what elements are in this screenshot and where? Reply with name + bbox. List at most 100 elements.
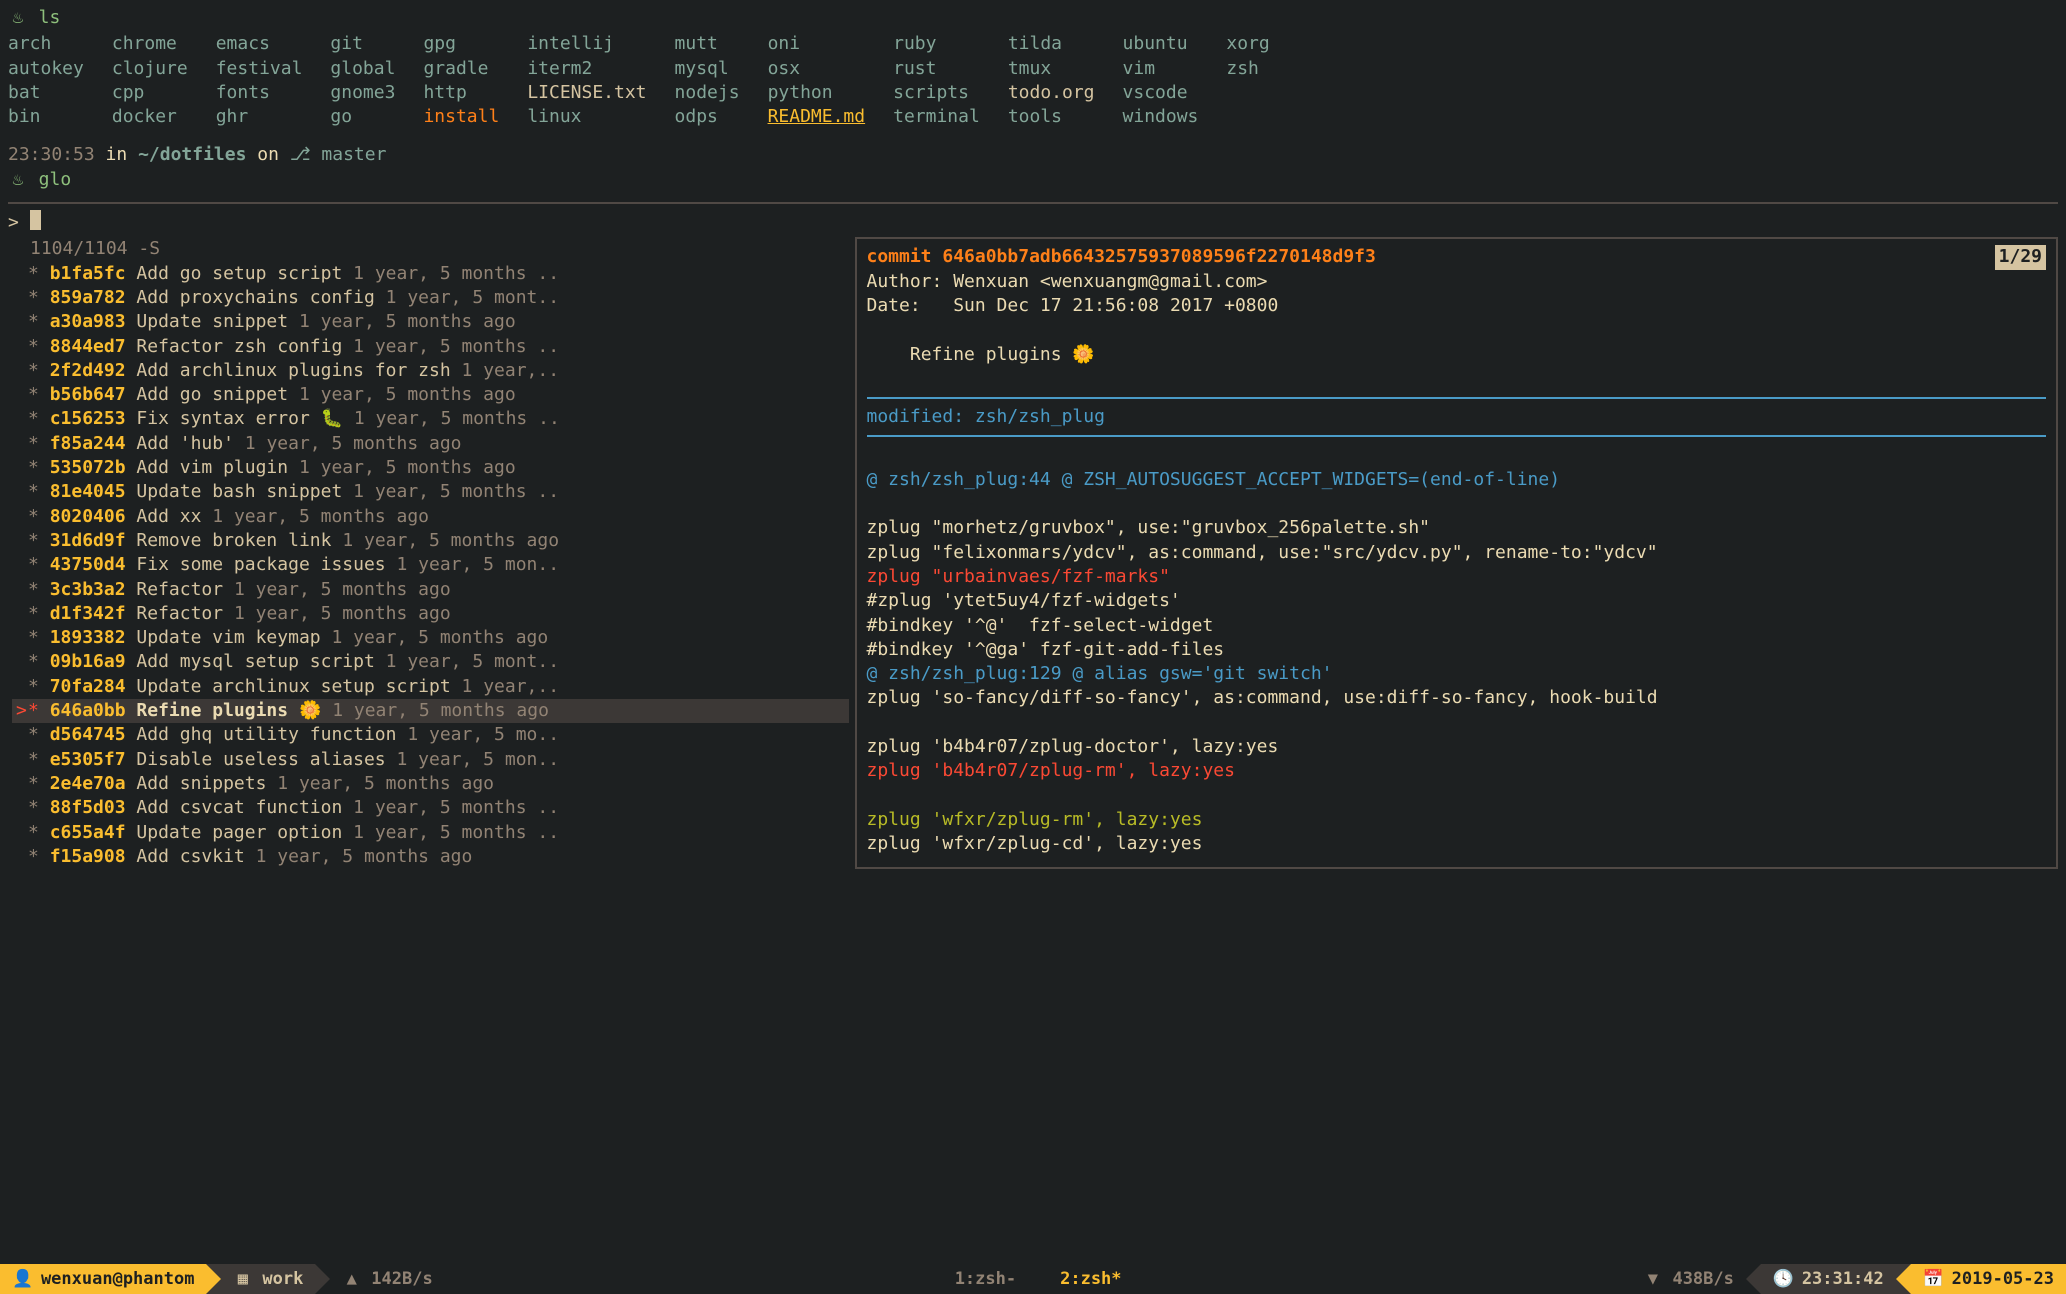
commit-row[interactable]: * 2e4e70a Add snippets 1 year, 5 months … bbox=[12, 772, 849, 796]
date-label: Date: bbox=[867, 295, 921, 316]
status-session: ▦ work bbox=[221, 1264, 315, 1294]
ls-item: gnome3 bbox=[330, 81, 395, 105]
git-branch-icon: ⎇ bbox=[290, 144, 311, 165]
commit-row[interactable]: * 81e4045 Update bash snippet 1 year, 5 … bbox=[12, 480, 849, 504]
hunk-header: @ zsh/zsh_plug:44 @ ZSH_AUTOSUGGEST_ACCE… bbox=[867, 468, 2047, 492]
diff-line bbox=[867, 784, 2047, 808]
ls-item: ghr bbox=[216, 105, 303, 129]
ls-item: vim bbox=[1123, 57, 1199, 81]
commit-row[interactable]: * 43750d4 Fix some package issues 1 year… bbox=[12, 553, 849, 577]
ls-item: python bbox=[768, 81, 866, 105]
status-upload: ▲ 142B/s bbox=[330, 1264, 444, 1294]
ls-item: docker bbox=[112, 105, 188, 129]
commit-row[interactable]: * 88f5d03 Add csvcat function 1 year, 5 … bbox=[12, 796, 849, 820]
commit-row[interactable]: * 09b16a9 Add mysql setup script 1 year,… bbox=[12, 650, 849, 674]
commit-row[interactable]: * 535072b Add vim plugin 1 year, 5 month… bbox=[12, 456, 849, 480]
terminal[interactable]: ♨ ls archchromeemacsgitgpgintellijmutton… bbox=[0, 0, 2066, 869]
date-value: Sun Dec 17 21:56:08 2017 +0800 bbox=[953, 295, 1278, 316]
status-clock: 🕓 23:31:42 bbox=[1761, 1264, 1896, 1294]
commit-row[interactable]: * c156253 Fix syntax error 🐛 1 year, 5 m… bbox=[12, 407, 849, 431]
git-branch: master bbox=[321, 144, 386, 165]
chevron-right-icon bbox=[206, 1264, 221, 1294]
status-download-label: 438B/s bbox=[1672, 1268, 1733, 1291]
ls-item: zsh bbox=[1226, 57, 1269, 81]
status-user: 👤 wenxuan@phantom bbox=[0, 1264, 206, 1294]
commit-row[interactable]: * c655a4f Update pager option 1 year, 5 … bbox=[12, 821, 849, 845]
tmux-statusbar[interactable]: 👤 wenxuan@phantom ▦ work ▲ 142B/s 1:zsh-… bbox=[0, 1264, 2066, 1294]
glo-command: glo bbox=[39, 169, 72, 190]
glo-command-line: ♨ glo bbox=[8, 168, 2058, 192]
ls-item: tmux bbox=[1008, 57, 1095, 81]
diff-line: zplug "urbainvaes/fzf-marks" bbox=[867, 565, 2047, 589]
diff-line: #bindkey '^@ga' fzf-git-add-files bbox=[867, 638, 2047, 662]
commit-row[interactable]: * 859a782 Add proxychains config 1 year,… bbox=[12, 286, 849, 310]
ls-item: go bbox=[330, 105, 395, 129]
prompt-path: ~/dotfiles bbox=[138, 144, 246, 165]
separator bbox=[867, 397, 2047, 399]
chevron-right-icon bbox=[315, 1264, 330, 1294]
prompt: 23:30:53 in ~/dotfiles on ⎇ master bbox=[8, 137, 2058, 167]
ls-item: arch bbox=[8, 32, 84, 56]
commit-row[interactable]: * d564745 Add ghq utility function 1 yea… bbox=[12, 723, 849, 747]
ls-item: README.md bbox=[768, 105, 866, 129]
tmux-tab[interactable]: 2:zsh* bbox=[1050, 1268, 1131, 1291]
commit-label: commit bbox=[867, 246, 932, 267]
ls-item: odps bbox=[675, 105, 740, 129]
ls-item: tilda bbox=[1008, 32, 1095, 56]
status-user-label: wenxuan@phantom bbox=[41, 1268, 195, 1291]
fzf-query-input[interactable]: > bbox=[8, 210, 2058, 235]
flame-icon: ♨ bbox=[8, 168, 28, 192]
commit-row[interactable]: * 70fa284 Update archlinux setup script … bbox=[12, 675, 849, 699]
commit-row[interactable]: * b56b647 Add go snippet 1 year, 5 month… bbox=[12, 383, 849, 407]
commit-list[interactable]: 1104/1104 -S * b1fa5fc Add go setup scri… bbox=[8, 237, 849, 869]
commit-row[interactable]: * 31d6d9f Remove broken link 1 year, 5 m… bbox=[12, 529, 849, 553]
status-download: ▼ 438B/s bbox=[1632, 1264, 1746, 1294]
commit-row[interactable]: * f85a244 Add 'hub' 1 year, 5 months ago bbox=[12, 432, 849, 456]
ls-item: scripts bbox=[893, 81, 980, 105]
grid-icon: ▦ bbox=[233, 1268, 252, 1291]
status-clock-label: 23:31:42 bbox=[1802, 1268, 1884, 1291]
ls-item: autokey bbox=[8, 57, 84, 81]
ls-item: gpg bbox=[423, 32, 499, 56]
ls-item: install bbox=[423, 105, 499, 129]
ls-item bbox=[1226, 81, 1269, 105]
ls-item: clojure bbox=[112, 57, 188, 81]
commit-row[interactable]: * f15a908 Add csvkit 1 year, 5 months ag… bbox=[12, 845, 849, 869]
ls-item: nodejs bbox=[675, 81, 740, 105]
ls-item: http bbox=[423, 81, 499, 105]
commit-row[interactable]: * 2f2d492 Add archlinux plugins for zsh … bbox=[12, 359, 849, 383]
tmux-tab[interactable]: 1:zsh- bbox=[945, 1268, 1026, 1291]
commit-preview[interactable]: 1/29 commit 646a0bb7adb66432575937089596… bbox=[855, 237, 2059, 869]
commit-row[interactable]: * 8020406 Add xx 1 year, 5 months ago bbox=[12, 505, 849, 529]
prompt-time: 23:30:53 bbox=[8, 144, 95, 165]
ls-output: archchromeemacsgitgpgintellijmuttoniruby… bbox=[8, 30, 2058, 137]
commit-row[interactable]: * e5305f7 Disable useless aliases 1 year… bbox=[12, 748, 849, 772]
commit-row[interactable]: * a30a983 Update snippet 1 year, 5 month… bbox=[12, 310, 849, 334]
ls-item: mysql bbox=[675, 57, 740, 81]
ls-item: tools bbox=[1008, 105, 1095, 129]
commit-row[interactable]: * d1f342f Refactor 1 year, 5 months ago bbox=[12, 602, 849, 626]
fzf-panel[interactable]: > 1104/1104 -S * b1fa5fc Add go setup sc… bbox=[8, 202, 2058, 869]
ls-item: global bbox=[330, 57, 395, 81]
diff-line: @ zsh/zsh_plug:129 @ alias gsw='git swit… bbox=[867, 662, 2047, 686]
tmux-tabs[interactable]: 1:zsh- 2:zsh* bbox=[445, 1264, 1632, 1294]
chevron-left-icon bbox=[1746, 1264, 1761, 1294]
ls-item: emacs bbox=[216, 32, 303, 56]
ls-item: vscode bbox=[1123, 81, 1199, 105]
ls-item: oni bbox=[768, 32, 866, 56]
status-date-label: 2019-05-23 bbox=[1952, 1268, 2054, 1291]
chevron-left-icon bbox=[1896, 1264, 1911, 1294]
diff-line: zplug 'b4b4r07/zplug-rm', lazy:yes bbox=[867, 759, 2047, 783]
commit-row[interactable]: * 1893382 Update vim keymap 1 year, 5 mo… bbox=[12, 626, 849, 650]
ls-command: ls bbox=[39, 7, 61, 28]
up-icon: ▲ bbox=[342, 1268, 361, 1291]
ls-item: bat bbox=[8, 81, 84, 105]
flame-icon: ♨ bbox=[8, 6, 28, 30]
ls-item: terminal bbox=[893, 105, 980, 129]
commit-row[interactable]: * 8844ed7 Refactor zsh config 1 year, 5 … bbox=[12, 335, 849, 359]
commit-row[interactable]: >* 646a0bb Refine plugins 🌼 1 year, 5 mo… bbox=[12, 699, 849, 723]
commit-row[interactable]: * 3c3b3a2 Refactor 1 year, 5 months ago bbox=[12, 578, 849, 602]
modified-file: modified: zsh/zsh_plug bbox=[867, 405, 2047, 429]
diff-line: #zplug 'ytet5uy4/fzf-widgets' bbox=[867, 589, 2047, 613]
commit-row[interactable]: * b1fa5fc Add go setup script 1 year, 5 … bbox=[12, 262, 849, 286]
